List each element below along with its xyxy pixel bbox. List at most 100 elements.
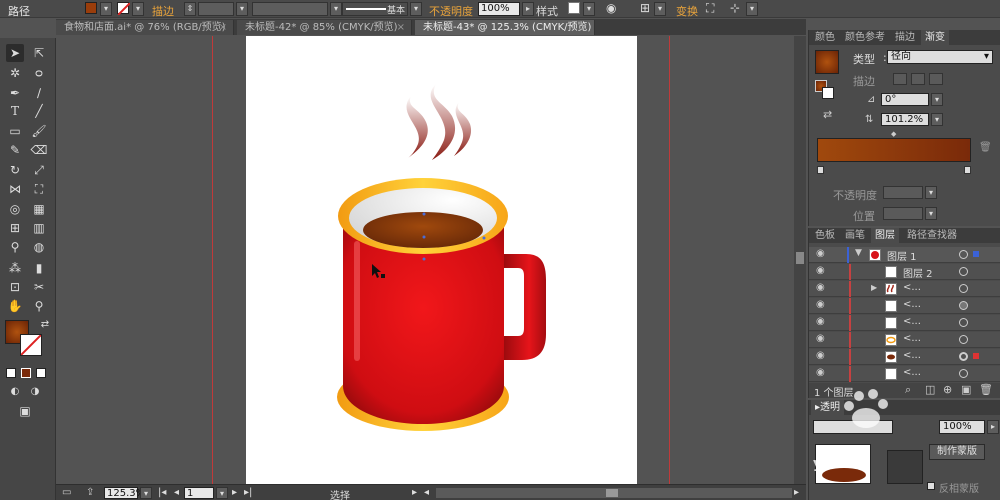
stroke-label[interactable]: 描边 (152, 3, 174, 18)
layer-row[interactable]: ◉ <... (809, 366, 1000, 382)
pencil-tool-icon[interactable]: ✎ (6, 141, 24, 159)
tab-color[interactable]: 颜色 (811, 30, 839, 45)
perspective-grid-tool-icon[interactable]: ▦ (30, 200, 48, 218)
tab-layers[interactable]: 图层 (871, 228, 899, 243)
mug-body[interactable] (343, 224, 504, 424)
opacity-dropdown[interactable]: ▸ (522, 2, 534, 16)
fill-dropdown[interactable]: ▾ (100, 2, 112, 16)
layer-name[interactable]: <... (903, 350, 921, 361)
coffee-mug-artwork[interactable] (246, 36, 637, 484)
pen-tool-icon[interactable]: ✒ (6, 84, 24, 102)
delete-stop-icon[interactable]: 🗑 (979, 142, 992, 153)
selection-tool-icon[interactable]: ➤ (6, 44, 24, 62)
invert-mask-checkbox[interactable] (927, 482, 935, 490)
new-layer-icon[interactable]: ▣ (961, 383, 971, 396)
gradient-type-select[interactable]: 径向 ▾ (887, 50, 993, 64)
tab-stroke[interactable]: 描边 (891, 30, 919, 45)
first-page-icon[interactable]: |◂ (158, 487, 166, 499)
stop-opacity-dropdown[interactable]: ▾ (925, 186, 937, 199)
artboard[interactable] (246, 36, 637, 484)
layer-row[interactable]: ◉ 图层 2 (809, 264, 1000, 280)
stroke-gradient-option-1[interactable] (893, 73, 907, 85)
magic-wand-tool-icon[interactable]: ✲ (6, 64, 24, 82)
hand-tool-icon[interactable]: ✋ (6, 297, 24, 315)
align-dropdown[interactable]: ▾ (654, 2, 666, 16)
stroke-swatch[interactable] (117, 2, 131, 16)
graphic-style-swatch[interactable] (568, 2, 580, 14)
variable-width-profile[interactable] (252, 2, 328, 16)
layer-name[interactable]: 图层 1 (887, 248, 917, 263)
reverse-gradient-icon[interactable]: ⇄ (823, 108, 832, 121)
gradient-mode-swatch[interactable] (21, 368, 31, 378)
layer-name[interactable]: <... (903, 316, 921, 327)
brush-definition[interactable]: 基本 (342, 2, 408, 16)
zoom-dropdown[interactable]: ▾ (140, 487, 152, 499)
angle-dropdown[interactable]: ▾ (931, 93, 943, 106)
coffee-surface[interactable] (363, 212, 483, 248)
blend-tool-icon[interactable]: ◍ (30, 238, 48, 256)
target-icon[interactable] (959, 318, 968, 327)
eye-icon[interactable]: ◉ (816, 350, 825, 361)
layer-row[interactable]: ◉ <... (809, 332, 1000, 348)
layer-row[interactable]: ◉ ▼ 图层 1 (809, 247, 1000, 263)
zoom-input[interactable]: 125.3% (104, 487, 145, 499)
transform-label[interactable]: 变换 (676, 3, 698, 18)
transparency-opacity-dropdown[interactable]: ▸ (987, 420, 999, 434)
new-sublayer-icon[interactable]: ⊕ (943, 383, 952, 396)
lasso-tool-icon[interactable]: ᴑ (30, 64, 48, 82)
fill-swatch[interactable] (85, 2, 97, 14)
artboard-nav-icon[interactable]: ▭ (62, 487, 71, 499)
tab-pathfinder[interactable]: 路径查找器 (903, 228, 961, 243)
free-transform-tool-icon[interactable]: ⛶ (30, 180, 48, 198)
collapse-triangle-icon[interactable]: ▼ (855, 248, 862, 258)
stop-position-dropdown[interactable]: ▾ (925, 207, 937, 220)
last-page-icon[interactable]: ▸| (244, 487, 252, 499)
direct-selection-tool-icon[interactable]: ⇱ (30, 44, 48, 62)
eye-icon[interactable]: ◉ (816, 367, 825, 378)
paintbrush-tool-icon[interactable]: 🖌 (30, 122, 48, 140)
stroke-weight-dropdown[interactable]: ▾ (236, 2, 248, 16)
artboard-tool-icon[interactable]: ⊡ (6, 278, 24, 296)
swap-fill-stroke-icon[interactable]: ⇄ (36, 316, 54, 334)
prev-page-icon[interactable]: ◂ (174, 487, 179, 499)
zoom-tool-icon[interactable]: ⚲ (30, 297, 48, 315)
gradient-tool-icon[interactable]: ▥ (30, 219, 48, 237)
eye-icon[interactable]: ◉ (816, 282, 825, 293)
recolor-icon[interactable]: ◉ (606, 1, 616, 15)
stroke-gradient-option-3[interactable] (929, 73, 943, 85)
eye-icon[interactable]: ◉ (816, 316, 825, 327)
column-graph-tool-icon[interactable]: ▮ (30, 259, 48, 277)
mesh-tool-icon[interactable]: ⊞ (6, 219, 24, 237)
tab-brushes[interactable]: 画笔 (841, 228, 869, 243)
page-input[interactable]: 1 (184, 487, 214, 499)
eyedropper-tool-icon[interactable]: ⚲ (6, 238, 24, 256)
width-tool-icon[interactable]: ⋈ (6, 180, 24, 198)
gradient-preview-swatch[interactable] (815, 50, 839, 74)
isolate-icon[interactable]: ⛶ (706, 1, 714, 15)
mask-thumbnail[interactable] (887, 450, 923, 484)
vertical-scroll-thumb[interactable] (796, 252, 804, 264)
vertical-scrollbar[interactable] (794, 36, 806, 484)
align-icon[interactable]: ⊞ (640, 1, 650, 15)
target-icon[interactable] (959, 267, 968, 276)
draw-mode-icon[interactable]: ◐ (6, 383, 24, 401)
eye-icon[interactable]: ◉ (816, 333, 825, 344)
status-menu-icon[interactable]: ▸ (412, 487, 417, 499)
mug-handle[interactable] (504, 254, 546, 360)
eraser-tool-icon[interactable]: ⌫ (30, 141, 48, 159)
layer-name[interactable]: <... (903, 367, 921, 378)
tab-document-2[interactable]: 未标题-42* @ 85% (CMYK/预览) × (237, 20, 412, 35)
next-page-icon[interactable]: ▸ (232, 487, 237, 499)
tab-gradient[interactable]: 渐变 (921, 30, 949, 45)
aspect-ratio-dropdown[interactable]: ▾ (931, 113, 943, 126)
gradient-stroke-swatch[interactable] (822, 87, 834, 99)
arrange-dropdown[interactable]: ▾ (746, 2, 758, 16)
make-mask-button[interactable]: 制作蒙版 (929, 444, 985, 460)
symbol-sprayer-tool-icon[interactable]: ⁂ (6, 259, 24, 277)
target-icon[interactable] (959, 369, 968, 378)
layer-name[interactable]: <... (903, 282, 921, 293)
brush-dropdown[interactable]: ▾ (410, 2, 422, 16)
stop-position-field[interactable] (883, 207, 923, 220)
target-icon[interactable] (959, 301, 968, 310)
stroke-gradient-option-2[interactable] (911, 73, 925, 85)
